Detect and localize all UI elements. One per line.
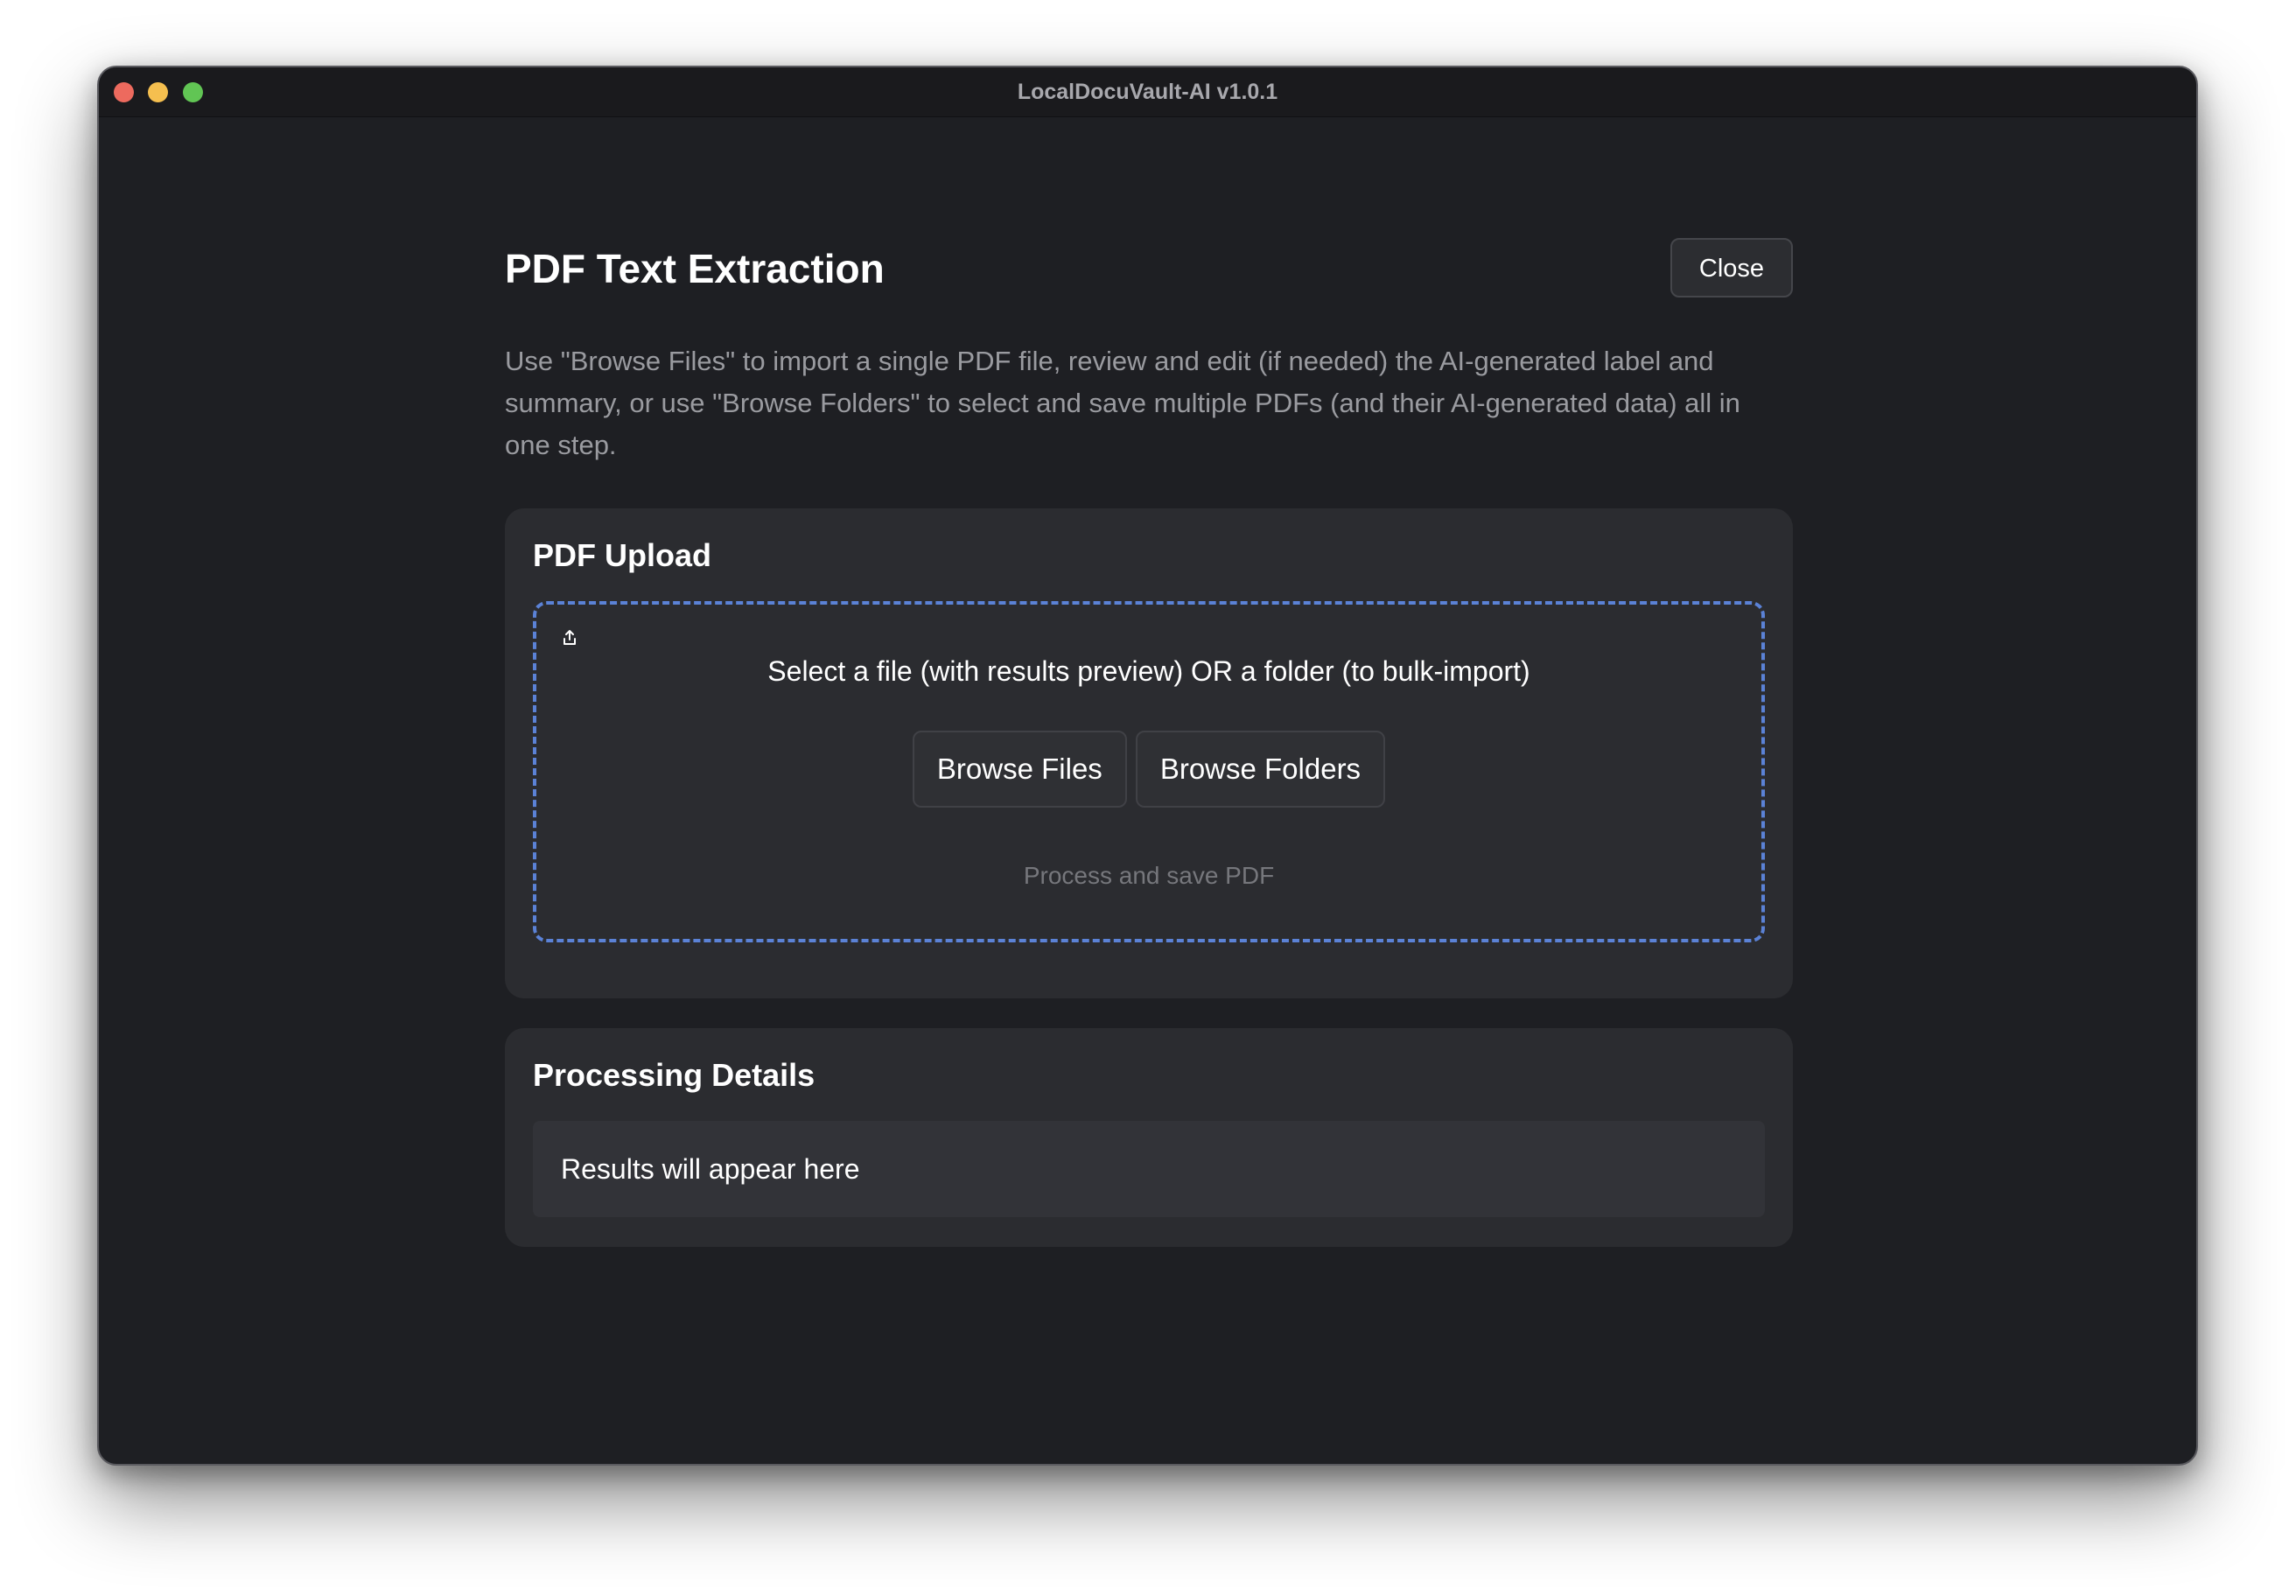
processing-details-title: Processing Details (533, 1057, 816, 1093)
upload-icon (563, 629, 577, 647)
process-and-save-button[interactable]: Process and save PDF (536, 858, 1761, 893)
upload-dropzone[interactable]: Select a file (with results preview) OR … (533, 601, 1765, 942)
dropzone-prompt: Select a file (with results preview) OR … (767, 655, 1530, 687)
window-title: LocalDocuVault-AI v1.0.1 (1017, 80, 1278, 104)
page-title: PDF Text Extraction (505, 246, 885, 291)
app-window: LocalDocuVault-AI v1.0.1 PDF Text Extrac… (97, 66, 2198, 1466)
title-bar: LocalDocuVault-AI v1.0.1 (99, 67, 2196, 117)
processing-details-card: Processing Details Results will appear h… (505, 1028, 1793, 1247)
browse-folders-button[interactable]: Browse Folders (1135, 731, 1386, 808)
results-panel: Results will appear here (533, 1121, 1765, 1217)
pdf-upload-card: PDF Upload Select a file (with results p… (505, 508, 1793, 998)
page-description: Use "Browse Files" to import a single PD… (505, 346, 1740, 460)
close-button[interactable]: Close (1670, 238, 1793, 298)
browse-files-button[interactable]: Browse Files (912, 731, 1127, 808)
browse-button-row: Browse Files Browse Folders (536, 731, 1761, 808)
results-placeholder: Results will appear here (561, 1153, 860, 1185)
pdf-upload-title: PDF Upload (533, 537, 711, 573)
